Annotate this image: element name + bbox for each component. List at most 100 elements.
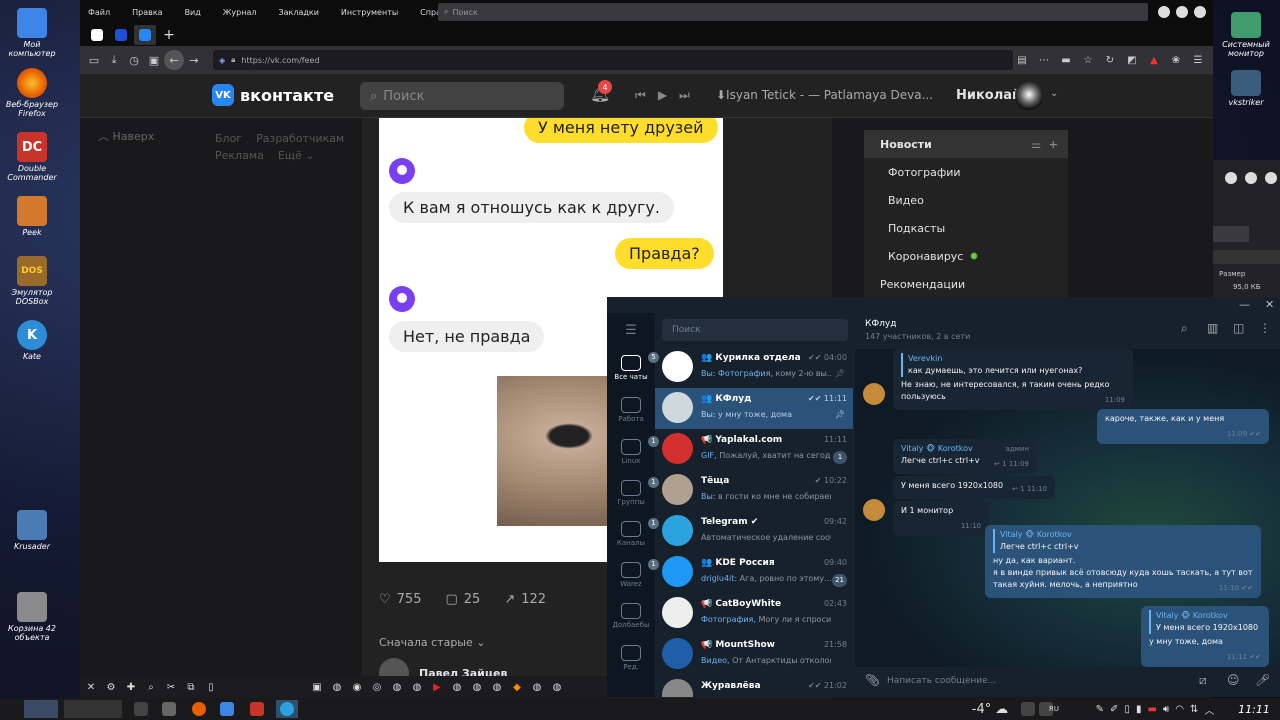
sidebar-icon[interactable]: ◫ xyxy=(1233,321,1244,335)
gear-icon[interactable]: ⚙ xyxy=(104,680,118,694)
keyboard-layout[interactable]: RU xyxy=(1046,700,1062,718)
chat-item[interactable]: 📢 Yaplakal.com 11:11 GIF, Пожалуй, хвати… xyxy=(655,429,853,470)
tab-vk[interactable] xyxy=(134,25,156,45)
desktop-icon-trash[interactable]: Корзина 42 объекта xyxy=(4,592,60,642)
chevron-down-icon[interactable]: ⌄ xyxy=(1050,88,1058,99)
folder-warez[interactable]: 1 Warez xyxy=(607,559,659,588)
chat-item[interactable]: 📢 MountShow 21:58 Видео, От Антарктиды о… xyxy=(655,634,853,675)
globe-icon[interactable]: ◍ xyxy=(450,680,464,694)
menu-history[interactable]: Журнал xyxy=(223,8,257,17)
play-icon[interactable]: ▶ xyxy=(658,88,667,103)
chat-item[interactable]: 👥 КФлуд ✔✔ 11:11 Вы: у мну тоже, дома 📌︎ xyxy=(655,388,853,429)
reply-quote[interactable]: Verevkin как думаешь, это лечится или нуе… xyxy=(901,353,1125,377)
chat-item[interactable]: Telegram ✔ 09:42 Автоматическое удаление… xyxy=(655,511,853,552)
paste-icon[interactable]: ▯ xyxy=(204,680,218,694)
filter-icon[interactable]: ⚌ xyxy=(1031,138,1041,151)
youtube-icon[interactable]: ▶ xyxy=(430,680,444,694)
menu-button[interactable]: ☰ xyxy=(607,323,655,338)
menu-recommendations[interactable]: Рекомендации xyxy=(864,270,1068,298)
menu-podcasts[interactable]: Подкасты xyxy=(864,214,1068,242)
cut-icon[interactable]: ✂ xyxy=(164,680,178,694)
firefox-icon[interactable] xyxy=(190,700,208,718)
folder-channels[interactable]: 1 Каналы xyxy=(607,518,659,547)
maximize-button[interactable] xyxy=(1176,6,1188,18)
message[interactable]: У меня всего 1920x1080 ↩ 1 11:10 xyxy=(893,476,1055,499)
like-button[interactable]: ♡ 755 xyxy=(379,592,421,607)
weather-widget[interactable]: -4° ☁ xyxy=(960,700,1020,718)
desktop-icon-system-monitor[interactable]: Системный монитор xyxy=(1216,12,1276,58)
more-icon[interactable]: ⋮ xyxy=(1259,321,1271,335)
desktop-icon-my-computer[interactable]: Мой компьютер xyxy=(4,8,60,58)
download-icon[interactable]: ⤓ xyxy=(104,50,124,70)
app-icon[interactable]: ◉ xyxy=(350,680,364,694)
globe-icon[interactable]: ◍ xyxy=(530,680,544,694)
taskbar-app[interactable] xyxy=(218,700,236,718)
voice-chat-icon[interactable]: ▥ xyxy=(1207,321,1218,335)
network-icon[interactable]: ⇅ xyxy=(1190,704,1198,715)
commands-icon[interactable]: ⧄ xyxy=(1199,673,1207,688)
chat-item[interactable]: Тёща ✔ 10:22 Вы: в гости ко мне не собир… xyxy=(655,470,853,511)
bookmark-star-icon[interactable]: ☆ xyxy=(1079,50,1097,70)
menu-view[interactable]: Вид xyxy=(185,8,201,17)
message[interactable]: Vitaly 🐵 Korotkov Легче ctrl+c ctrl+v ну … xyxy=(985,525,1261,598)
message[interactable]: Vitaly 🐵 Korotkov У меня всего 1920x1080 … xyxy=(1141,606,1269,667)
chevron-up-icon[interactable]: ︿ xyxy=(1204,702,1214,717)
folder-all-chats[interactable]: 5 Все чаты xyxy=(607,352,659,381)
microphone-icon[interactable]: 🎤︎ xyxy=(1255,673,1270,687)
desktop-icon-kate[interactable]: K Kate xyxy=(4,320,60,361)
folder-custom[interactable]: Долбаебы xyxy=(607,603,655,629)
message[interactable]: Vitaly 🐵 Korotkov админ Легче ctrl+c ctrl… xyxy=(893,439,1037,474)
menu-videos[interactable]: Видео xyxy=(864,186,1068,214)
globe-icon[interactable]: ◍ xyxy=(490,680,504,694)
extension-icon[interactable]: ❀ xyxy=(1167,50,1185,70)
search-icon[interactable]: ⌕ xyxy=(1181,321,1188,336)
plus-icon[interactable]: + xyxy=(1049,138,1058,151)
volume-icon[interactable]: 🔊︎ xyxy=(1163,704,1169,715)
history-icon[interactable]: ◷ xyxy=(124,50,144,70)
menu-photos[interactable]: Фотографии xyxy=(864,158,1068,186)
clock[interactable]: 11:11 xyxy=(1234,700,1274,718)
reply-quote[interactable]: Vitaly 🐵 Korotkov У меня всего 1920x1080 xyxy=(1149,610,1261,634)
taskbar-app[interactable] xyxy=(162,700,176,718)
back-button[interactable]: ← xyxy=(164,50,184,70)
globe-icon[interactable]: ◍ xyxy=(410,680,424,694)
user-name[interactable]: Николай xyxy=(956,88,1021,103)
link-blog[interactable]: Блог xyxy=(215,132,242,145)
reload-icon[interactable]: ↻ xyxy=(1101,50,1119,70)
menu-tools[interactable]: Инструменты xyxy=(341,8,398,17)
avatar[interactable] xyxy=(863,499,885,521)
next-icon[interactable]: ⏭ xyxy=(679,88,690,103)
wifi-icon[interactable]: ◠ xyxy=(1175,704,1184,715)
desktop-icon-krusader[interactable]: Krusader xyxy=(4,510,60,551)
url-bar[interactable]: ◈ 🔒︎ https://vk.com/feed xyxy=(213,50,1013,70)
chat-title[interactable]: КФлуд xyxy=(865,319,896,329)
reply-quote[interactable]: Vitaly 🐵 Korotkov Легче ctrl+c ctrl+v xyxy=(993,529,1253,553)
scroll-up-button[interactable]: ︿ Наверх xyxy=(98,128,154,144)
chat-item[interactable]: 👥 KDE Россия 09:40 driglu4it: Ага, ровно… xyxy=(655,552,853,593)
globe-icon[interactable]: ◍ xyxy=(330,680,344,694)
previous-icon[interactable]: ⏮ xyxy=(635,88,646,103)
reader-icon[interactable]: ▤ xyxy=(1013,50,1031,70)
menu-icon[interactable]: ☰ xyxy=(1189,50,1207,70)
folder-edit[interactable]: Ред. xyxy=(607,645,655,671)
chat-item[interactable]: 📢 CatBoyWhite 02:43 Фотография, Могу ли … xyxy=(655,593,853,634)
copy-icon[interactable]: ⧉ xyxy=(184,680,198,694)
more-icon[interactable]: ⋯ xyxy=(1035,50,1053,70)
flag-icon[interactable]: ▬ xyxy=(1147,704,1156,715)
minimize-icon[interactable]: — xyxy=(1239,298,1250,311)
tab-2[interactable] xyxy=(110,25,132,45)
track-title[interactable]: ⬇Isyan Tetick - — Patlamaya Deva... xyxy=(716,88,933,102)
folder-groups[interactable]: 1 Группы xyxy=(607,477,659,506)
app-icon[interactable]: ◎ xyxy=(370,680,384,694)
chat-item[interactable]: Журавлёва ✔✔ 21:02 xyxy=(655,675,853,697)
puzzle-icon[interactable]: ✚ xyxy=(124,680,138,694)
avatar[interactable] xyxy=(863,383,885,405)
menu-file[interactable]: Файл xyxy=(88,8,110,17)
desktop-icon-firefox[interactable]: Веб-браузер Firefox xyxy=(4,68,60,118)
menu-edit[interactable]: Правка xyxy=(132,8,162,17)
menu-bookmarks[interactable]: Закладки xyxy=(278,8,318,17)
chat-item[interactable]: 👥 Курилка отдела 20 ✔✔ 04:00 Вы: Фотогра… xyxy=(655,347,853,388)
desktop-icon-dosbox[interactable]: DOS Эмулятор DOSBox xyxy=(4,256,60,306)
app-icon[interactable]: ▣ xyxy=(310,680,324,694)
telegram-search-input[interactable]: Поиск xyxy=(662,319,848,341)
